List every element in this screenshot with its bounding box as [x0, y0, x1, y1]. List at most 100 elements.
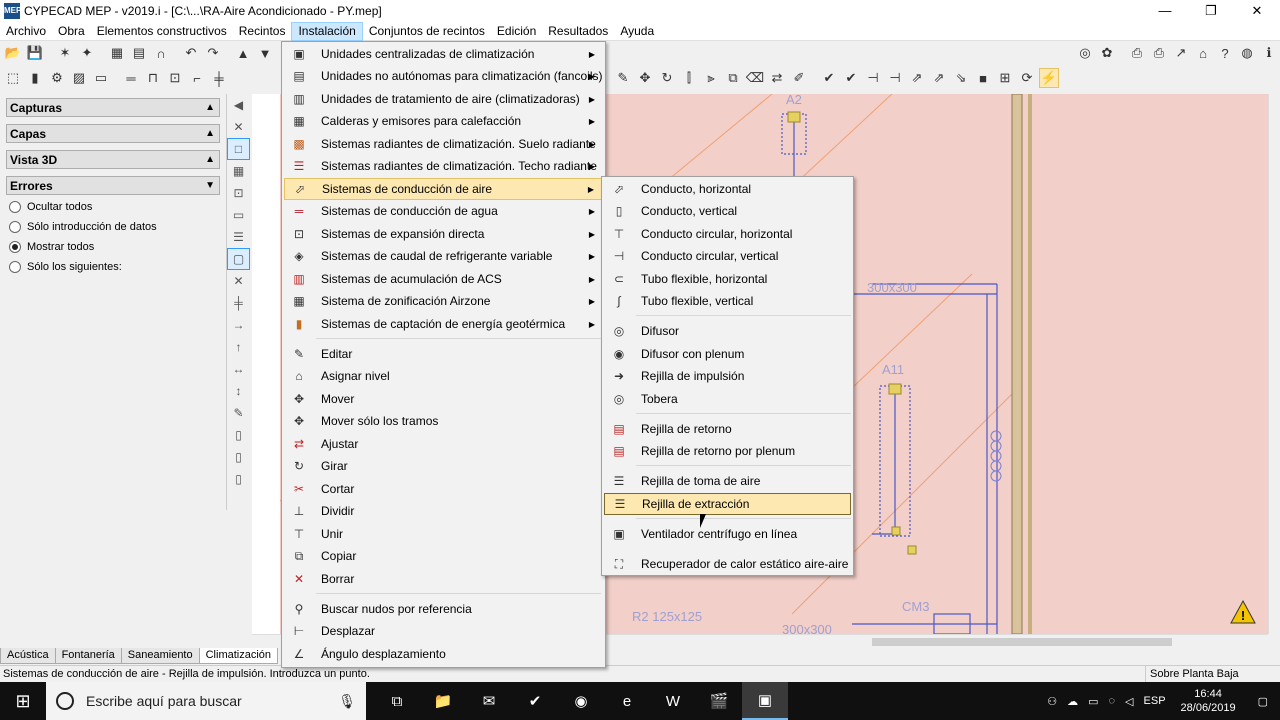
network-icon[interactable]: ⌂ [1193, 43, 1213, 63]
video-editor-icon[interactable]: 🎬 [696, 682, 742, 720]
check-query-icon[interactable]: ✔ [841, 68, 861, 88]
save-icon[interactable]: 💾 [25, 43, 45, 63]
menu-item-vrf[interactable]: ◈ Sistemas de caudal de refrigerante vari… [284, 245, 603, 267]
submenu-item-ventilador-centrifugo[interactable]: ▣ Ventilador centrífugo en línea [604, 523, 851, 545]
eraser-icon[interactable]: ▭ [91, 68, 111, 88]
select-icon[interactable]: ⬚ [3, 68, 23, 88]
block-icon[interactable]: ■ [973, 68, 993, 88]
door-icon[interactable]: ⊓ [143, 68, 163, 88]
ruler-icon[interactable]: ▭ [227, 204, 250, 226]
erase-tool-icon[interactable]: ⌫ [745, 68, 765, 88]
print-setup-icon[interactable]: ⎙ [1149, 43, 1169, 63]
submenu-item-recuperador-calor[interactable]: ⛶ Recuperador de calor estático aire-aire [604, 553, 851, 575]
bar2-icon[interactable]: ▯ [227, 446, 250, 468]
cypecad-mep-taskbar-icon[interactable]: ▣ [742, 682, 788, 720]
submenu-item-conducto-vertical[interactable]: ▯ Conducto, vertical [604, 200, 851, 222]
submenu-item-difusor[interactable]: ◎ Difusor [604, 320, 851, 342]
panel-capas[interactable]: Capas ▲ [6, 124, 220, 143]
menu-item-buscar-nudos[interactable]: ⚲ Buscar nudos por referencia [284, 598, 603, 620]
option-solo-siguientes[interactable]: Sólo los siguientes: [9, 259, 226, 275]
swap-icon[interactable]: ⇄ [767, 68, 787, 88]
file-explorer-icon[interactable]: 📁 [420, 682, 466, 720]
chart-icon[interactable]: ▮ [25, 68, 45, 88]
outlook-icon[interactable]: ✉ [466, 682, 512, 720]
menu-item-airzone[interactable]: ▦ Sistema de zonificación Airzone ▶ [284, 290, 603, 312]
stairs-icon[interactable]: ⌐ [187, 68, 207, 88]
arrow-up-icon[interactable]: ↑ [227, 336, 250, 358]
level-up-icon[interactable]: ▲ [233, 43, 253, 63]
menu-instalacion[interactable]: Instalación [291, 21, 363, 41]
level-down-icon[interactable]: ▼ [255, 43, 275, 63]
grid-icon[interactable]: ▦ [107, 43, 127, 63]
target-icon[interactable]: ◎ [1075, 43, 1095, 63]
language-indicator[interactable]: ESP [1139, 695, 1171, 707]
rotate-tool-icon[interactable]: ↻ [657, 68, 677, 88]
clock[interactable]: 16:44 28/06/2019 [1171, 687, 1246, 715]
submenu-item-conducto-circular-vertical[interactable]: ⊣ Conducto circular, vertical [604, 245, 851, 267]
todo-icon[interactable]: ✔ [512, 682, 558, 720]
export-icon[interactable]: ↗ [1171, 43, 1191, 63]
menu-recintos[interactable]: Recintos [233, 22, 292, 41]
menu-item-conduccion-aire[interactable]: ⬀ Sistemas de conducción de aire ▶ [284, 178, 603, 200]
option-solo-introduccion[interactable]: Sólo introducción de datos [9, 219, 226, 235]
menu-archivo[interactable]: Archivo [0, 22, 52, 41]
menu-resultados[interactable]: Resultados [542, 22, 614, 41]
menu-item-expansion-directa[interactable]: ⊡ Sistemas de expansión directa ▶ [284, 223, 603, 245]
menu-item-desplazar[interactable]: ⊢ Desplazar [284, 620, 603, 642]
panel-errores[interactable]: Errores ▼ [6, 176, 220, 195]
submenu-item-rejilla-retorno[interactable]: ▤ Rejilla de retorno [604, 418, 851, 440]
grid-tool-icon[interactable]: ▦ [227, 160, 250, 182]
menu-item-unidades-centralizadas[interactable]: ▣ Unidades centralizadas de climatización… [284, 43, 603, 65]
wand-icon[interactable]: ✶ [55, 43, 75, 63]
active-tool-icon[interactable]: ⚡ [1039, 68, 1059, 88]
minimize-button[interactable]: — [1142, 0, 1188, 22]
arrow-right-icon[interactable]: → [227, 314, 250, 336]
arrow-ud-icon[interactable]: ↕ [227, 380, 250, 402]
zoom-icon[interactable]: ⊡ [227, 182, 250, 204]
menu-item-conduccion-agua[interactable]: ═ Sistemas de conducción de agua ▶ [284, 200, 603, 222]
maximize-button[interactable]: ❐ [1188, 0, 1234, 22]
close-button[interactable]: ✕ [1234, 0, 1280, 22]
menu-item-dividir[interactable]: ⊥ Dividir [284, 500, 603, 522]
warning-icon[interactable]: ! [1230, 599, 1256, 625]
settings-icon[interactable]: ⚙ [47, 68, 67, 88]
component-icon[interactable]: ⊞ [995, 68, 1015, 88]
panel-vista-3d[interactable]: Vista 3D ▲ [6, 150, 220, 169]
people-icon[interactable]: ⚇ [1042, 695, 1062, 708]
tab-climatizacion[interactable]: Climatización [198, 648, 279, 664]
option-mostrar-todos[interactable]: Mostrar todos [9, 239, 226, 255]
submenu-item-conducto-circular-horizontal[interactable]: ⊤ Conducto circular, horizontal [604, 223, 851, 245]
radio-button[interactable] [9, 201, 21, 213]
color-wheel-icon[interactable]: ✿ [1097, 43, 1117, 63]
tab-saneamiento[interactable]: Saneamiento [120, 648, 200, 664]
microphone-icon[interactable]: 🎙 [338, 693, 356, 710]
menu-item-borrar[interactable]: ✕ Borrar [284, 568, 603, 590]
undo-icon[interactable]: ↶ [181, 43, 201, 63]
network-tray-icon[interactable]: ◌ [1104, 695, 1121, 707]
collapse-icon[interactable]: ◀ [227, 94, 250, 116]
magnet-icon[interactable]: ∩ [151, 43, 171, 63]
submenu-item-rejilla-extraccion[interactable]: ☰ Rejilla de extracción [604, 493, 851, 515]
taskbar-search[interactable]: Escribe aquí para buscar 🎙 [46, 682, 366, 720]
submenu-item-difusor-plenum[interactable]: ◉ Difusor con plenum [604, 343, 851, 365]
menu-item-mover-tramos[interactable]: ✥ Mover sólo los tramos [284, 410, 603, 432]
bar3-icon[interactable]: ▯ [227, 468, 250, 490]
node-query-icon[interactable]: ⊣ [885, 68, 905, 88]
mirror-icon[interactable]: ⫸ [701, 68, 721, 88]
panel-capturas[interactable]: Capturas ▲ [6, 98, 220, 117]
close-tool-icon[interactable]: ✕ [227, 116, 250, 138]
open-folder-icon[interactable]: 📂 [3, 43, 23, 63]
menu-obra[interactable]: Obra [52, 22, 91, 41]
check-icon[interactable]: ✔ [819, 68, 839, 88]
image-icon[interactable]: ▨ [69, 68, 89, 88]
menu-item-mover[interactable]: ✥ Mover [284, 388, 603, 410]
refresh-icon[interactable]: ⟳ [1017, 68, 1037, 88]
menu-item-techo-radiante[interactable]: ☰ Sistemas radiantes de climatización. Te… [284, 155, 603, 177]
window-icon[interactable]: ⊡ [165, 68, 185, 88]
link-icon[interactable]: ⇗ [907, 68, 927, 88]
redo-icon[interactable]: ↷ [203, 43, 223, 63]
menu-elementos-constructivos[interactable]: Elementos constructivos [91, 22, 233, 41]
printer-icon[interactable]: ⎙ [1127, 43, 1147, 63]
hline-icon[interactable]: ╪ [227, 292, 250, 314]
radio-button[interactable] [9, 221, 21, 233]
